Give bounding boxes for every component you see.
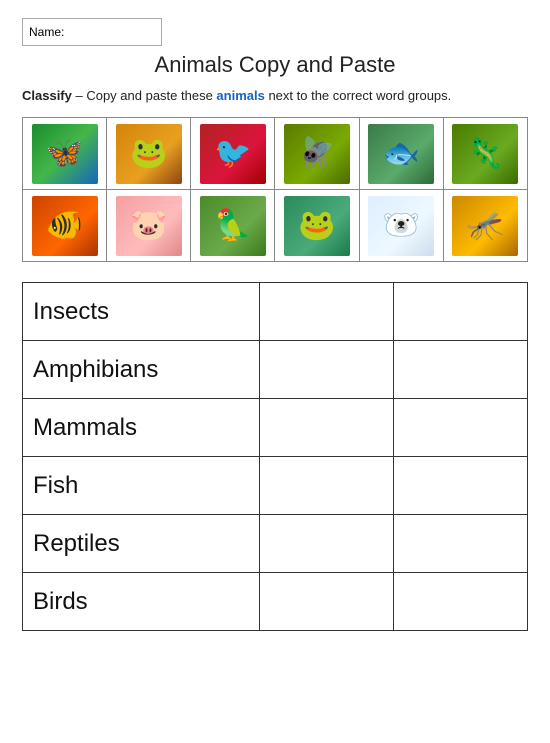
polarbear-photo: 🐻‍❄️: [368, 196, 434, 256]
animal-cell-parrot[interactable]: 🦜: [191, 190, 275, 262]
cardinal-photo: 🐦: [200, 124, 266, 184]
wasp-photo: 🦟: [452, 196, 518, 256]
parrot-photo: 🦜: [200, 196, 266, 256]
animal-cell-fly[interactable]: 🪰: [275, 118, 359, 190]
category-row-mammals: Mammals: [23, 399, 528, 457]
category-label-birds: Birds: [23, 573, 260, 631]
clownfish-photo: 🐠: [32, 196, 98, 256]
category-row-insects: Insects: [23, 283, 528, 341]
category-row-reptiles: Reptiles: [23, 515, 528, 573]
category-label-mammals: Mammals: [23, 399, 260, 457]
answer-cell-mammals-1[interactable]: [260, 399, 394, 457]
animal-cell-greenfrog[interactable]: 🐸: [275, 190, 359, 262]
instruction-end: next to the correct word groups.: [265, 88, 451, 103]
category-label-reptiles: Reptiles: [23, 515, 260, 573]
butterfly-photo: 🦋: [32, 124, 98, 184]
name-label: Name:: [29, 25, 64, 39]
instruction-classify: Classify: [22, 88, 72, 103]
iguana-photo: 🦎: [452, 124, 518, 184]
category-row-fish: Fish: [23, 457, 528, 515]
animal-cell-butterfly[interactable]: 🦋: [23, 118, 107, 190]
classification-table: Insects Amphibians Mammals Fish Reptiles…: [22, 282, 528, 631]
fly-photo: 🪰: [284, 124, 350, 184]
answer-cell-fish-2[interactable]: [394, 457, 528, 515]
animal-cell-cardinal[interactable]: 🐦: [191, 118, 275, 190]
greenfrog-photo: 🐸: [284, 196, 350, 256]
category-row-birds: Birds: [23, 573, 528, 631]
answer-cell-birds-2[interactable]: [394, 573, 528, 631]
animal-cell-polarbear[interactable]: 🐻‍❄️: [359, 190, 443, 262]
name-field[interactable]: Name:: [22, 18, 162, 46]
page-title: Animals Copy and Paste: [22, 52, 528, 78]
instruction-rest: – Copy and paste these: [72, 88, 217, 103]
answer-cell-amphibians-2[interactable]: [394, 341, 528, 399]
category-row-amphibians: Amphibians: [23, 341, 528, 399]
answer-cell-insects-1[interactable]: [260, 283, 394, 341]
frog-photo: 🐸: [116, 124, 182, 184]
category-label-fish: Fish: [23, 457, 260, 515]
instruction-animals: animals: [216, 88, 264, 103]
category-label-amphibians: Amphibians: [23, 341, 260, 399]
answer-cell-reptiles-2[interactable]: [394, 515, 528, 573]
animal-cell-frog[interactable]: 🐸: [107, 118, 191, 190]
instructions: Classify – Copy and paste these animals …: [22, 88, 528, 103]
category-label-insects: Insects: [23, 283, 260, 341]
animal-cell-clownfish[interactable]: 🐠: [23, 190, 107, 262]
animal-cell-fish[interactable]: 🐟: [359, 118, 443, 190]
answer-cell-birds-1[interactable]: [260, 573, 394, 631]
animal-cell-wasp[interactable]: 🦟: [443, 190, 527, 262]
animal-grid: 🦋 🐸 🐦 🪰 🐟 🦎 🐠 🐷 🦜 🐸 🐻‍❄: [22, 117, 528, 262]
animal-cell-pig[interactable]: 🐷: [107, 190, 191, 262]
answer-cell-fish-1[interactable]: [260, 457, 394, 515]
answer-cell-mammals-2[interactable]: [394, 399, 528, 457]
answer-cell-reptiles-1[interactable]: [260, 515, 394, 573]
pig-photo: 🐷: [116, 196, 182, 256]
answer-cell-insects-2[interactable]: [394, 283, 528, 341]
fish-photo: 🐟: [368, 124, 434, 184]
animal-cell-iguana[interactable]: 🦎: [443, 118, 527, 190]
answer-cell-amphibians-1[interactable]: [260, 341, 394, 399]
